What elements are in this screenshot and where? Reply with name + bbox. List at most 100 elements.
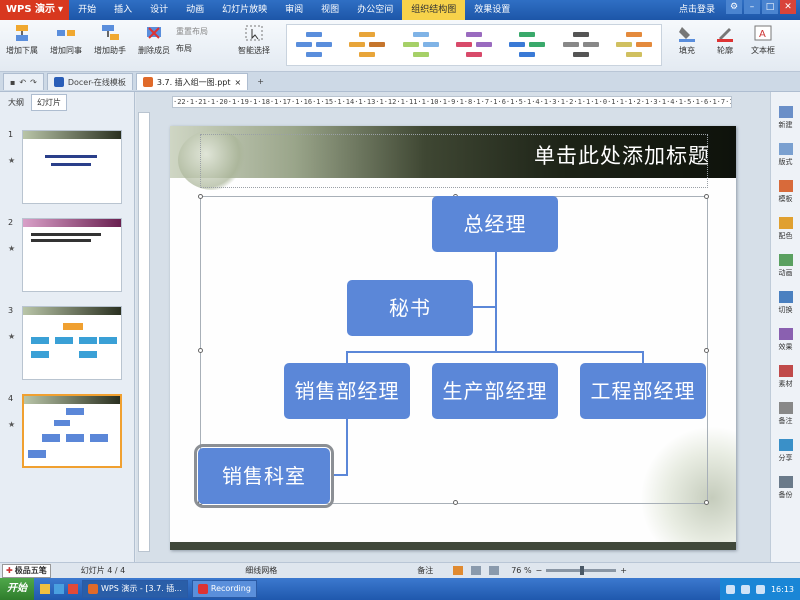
effects-pane-button[interactable]: 效果 [778,328,793,365]
animation-pane-button[interactable]: 动画 [778,254,793,291]
layout-button[interactable]: 布局 [176,43,228,54]
org-node-ceo[interactable]: 总经理 [432,196,558,252]
tab-insert[interactable]: 插入 [105,0,141,20]
org-node-production-manager[interactable]: 生产部经理 [432,363,558,419]
normal-view-icon[interactable] [453,566,464,575]
tab-animation[interactable]: 动画 [177,0,213,20]
save-icon[interactable]: ▪ [10,74,15,91]
tab-slides[interactable]: 幻灯片 [31,93,67,111]
slide-title[interactable]: 单击此处添加标题 [470,140,710,172]
maximize-icon[interactable]: □ [762,0,778,14]
settings-icon[interactable]: ⚙ [726,0,742,14]
style-swatch[interactable] [507,30,547,60]
outline-button[interactable]: 轮廓 [708,24,742,56]
reset-layout-button[interactable]: 重置布局 [176,26,228,37]
text-frame-button[interactable]: A 文本框 [746,24,780,56]
slide-thumbnail-row[interactable]: 3 ★ [0,306,135,386]
org-node-engineering-manager[interactable]: 工程部经理 [580,363,706,419]
transition-pane-button[interactable]: 切换 [778,291,793,328]
style-swatch[interactable] [294,30,334,60]
new-slide-button[interactable]: 新建 [778,106,793,143]
org-node-sales-section[interactable]: 销售科室 [194,444,334,508]
zoom-slider[interactable] [546,566,617,575]
tab-slideshow[interactable]: 幻灯片放映 [213,0,276,20]
assets-pane-button[interactable]: 素材 [778,365,793,402]
thumb-shape [55,337,73,344]
wps-menu-button[interactable]: WPS 演示 ▾ [0,0,70,20]
login-link[interactable]: 点击登录 [670,0,724,20]
tab-review[interactable]: 审阅 [276,0,312,20]
notes-pane-button[interactable]: 备注 [778,402,793,439]
close-icon[interactable]: ✕ [780,0,796,14]
share-pane-button[interactable]: 分享 [778,439,793,476]
clock[interactable]: 16:13 [771,585,794,594]
slideshow-icon[interactable] [489,566,500,575]
input-method-indicator[interactable]: ✚ 极品五笔 [2,563,51,578]
quicklaunch-icon[interactable] [68,584,78,594]
tab-design[interactable]: 设计 [141,0,177,20]
tab-docer-templates[interactable]: Docer-在线模板 [46,73,133,90]
start-button[interactable]: 开始 [0,578,34,600]
taskbar-recording-window[interactable]: Recording [191,580,257,598]
tray-icon[interactable] [725,584,735,594]
tab-org-chart[interactable]: 组织结构图 [402,0,466,20]
slide-thumbnail-row[interactable]: 1 ★ [0,130,135,210]
slide-sorter-icon[interactable] [471,566,482,575]
template-pane-button[interactable]: 模板 [778,180,793,217]
slide-thumbnail-selected[interactable] [22,394,122,468]
color-scheme-button[interactable]: 配色 [778,217,793,254]
delete-member-button[interactable]: 删除成员 [132,24,176,56]
slide-thumbnail[interactable] [22,130,122,204]
add-below-icon [12,24,32,42]
add-below-button[interactable]: 增加下属 [0,24,44,56]
resize-handle[interactable] [198,194,203,199]
resize-handle[interactable] [704,348,709,353]
resize-handle[interactable] [704,194,709,199]
new-tab-button[interactable]: + [251,73,270,90]
assets-icon [778,365,793,377]
org-node-secretary[interactable]: 秘书 [347,280,473,336]
style-swatch[interactable] [401,30,441,60]
org-node-sales-manager[interactable]: 销售部经理 [284,363,410,419]
redo-icon[interactable]: ↷ [30,74,37,91]
style-swatch[interactable] [454,30,494,60]
close-tab-icon[interactable]: × [235,74,242,91]
pen-icon [715,24,735,42]
tab-home[interactable]: 开始 [69,0,105,20]
slide-thumbnail-row[interactable]: 2 ★ [0,218,135,298]
quicklaunch-icon[interactable] [54,584,64,594]
zoom-in-icon[interactable]: + [620,566,627,575]
slide-thumbnail[interactable] [22,306,122,380]
style-swatch[interactable] [614,30,654,60]
resize-handle[interactable] [704,500,709,505]
backup-pane-button[interactable]: 备份 [778,476,793,513]
resize-handle[interactable] [198,348,203,353]
transition-icon [778,291,793,303]
fill-button[interactable]: 填充 [670,24,704,56]
tray-icon[interactable] [740,584,750,594]
slide-thumbnail[interactable] [22,218,122,292]
style-swatch[interactable] [561,30,601,60]
layout-pane-button[interactable]: 版式 [778,143,793,180]
tab-outline[interactable]: 大纲 [3,95,29,110]
undo-icon[interactable]: ↶ [19,74,26,91]
slide-canvas[interactable]: 单击此处添加标题 总经理 秘书 销售部经理 生产部经理 工程部经理 销售科室 [170,126,736,550]
zoom-out-icon[interactable]: − [536,566,543,575]
thumb-shape [79,351,97,358]
tab-effects[interactable]: 效果设置 [465,0,519,20]
smart-select-button[interactable]: 智能选择 [228,24,280,56]
taskbar-wps-window[interactable]: WPS 演示 - [3.7. 插... [82,580,188,598]
tab-office-space[interactable]: 办公空间 [348,0,402,20]
tray-icon[interactable] [755,584,765,594]
resize-handle[interactable] [453,500,458,505]
minimize-icon[interactable]: – [744,0,760,14]
quicklaunch-icon[interactable] [40,584,50,594]
tab-view[interactable]: 视图 [312,0,348,20]
style-gallery[interactable] [286,24,662,66]
notes-toggle[interactable]: 备注 [417,565,433,576]
slide-thumbnail-row[interactable]: 4 ★ [0,394,135,474]
tab-current-document[interactable]: 3.7. 插入组一图.ppt × [135,73,249,91]
add-assistant-button[interactable]: 增加助手 [88,24,132,56]
add-peer-button[interactable]: 增加同事 [44,24,88,56]
style-swatch[interactable] [347,30,387,60]
